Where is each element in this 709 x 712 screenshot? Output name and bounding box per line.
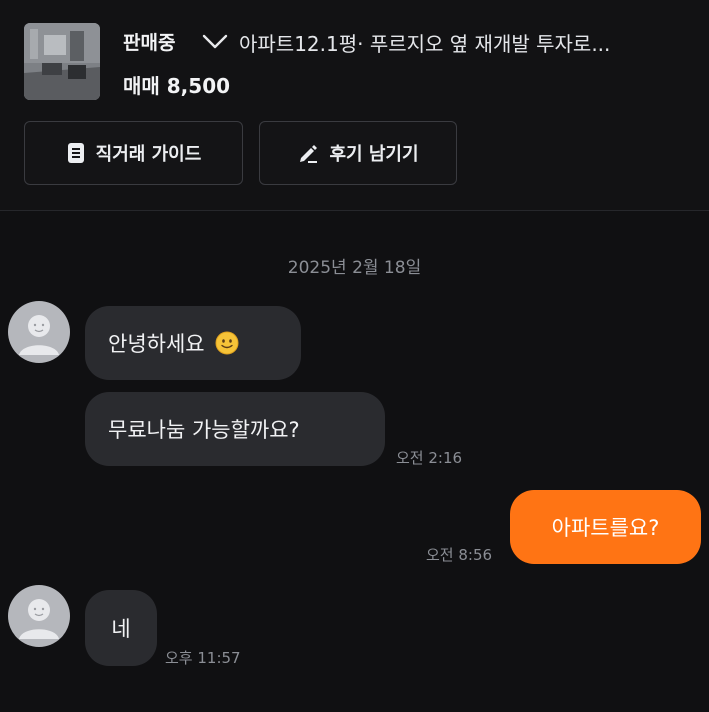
user-avatar-icon[interactable] [8, 301, 70, 363]
smiling-face-emoji-icon [215, 331, 239, 355]
message-timestamp: 오전 8:56 [426, 546, 493, 564]
date-divider: 2025년 2월 18일 [287, 258, 422, 278]
message-text: 안녕하세요 [108, 332, 205, 356]
listing-thumbnail[interactable] [24, 23, 100, 100]
message-text: 무료나눔 가능할까요? [108, 418, 300, 442]
message-bubble-sent[interactable]: 아파트를요? [510, 490, 701, 564]
room-photo-icon [24, 23, 100, 100]
message-bubble-received[interactable]: 무료나눔 가능할까요? [85, 392, 385, 466]
message-bubble-received[interactable]: 안녕하세요 [85, 306, 301, 380]
message-timestamp: 오전 2:16 [396, 449, 463, 467]
write-review-button[interactable]: 후기 남기기 [259, 121, 457, 185]
message-text: 아파트를요? [551, 516, 660, 540]
message-text: 네 [111, 617, 131, 641]
trade-guide-button[interactable]: 직거래 가이드 [24, 121, 243, 185]
pencil-icon [300, 145, 318, 163]
listing-title[interactable]: 아파트12.1평· 푸르지오 옆 재개발 투자로... [239, 28, 691, 57]
listing-header: 판매중 아파트12.1평· 푸르지오 옆 재개발 투자로... 매매 8,500… [0, 0, 709, 211]
write-review-label: 후기 남기기 [329, 144, 419, 165]
chevron-down-icon[interactable] [200, 30, 230, 52]
listing-status[interactable]: 판매중 [123, 28, 175, 55]
document-icon [67, 143, 84, 163]
listing-price: 매매 8,500 [123, 74, 231, 98]
trade-guide-label: 직거래 가이드 [95, 144, 202, 165]
message-bubble-received[interactable]: 네 [85, 590, 157, 666]
user-avatar-icon[interactable] [8, 585, 70, 647]
message-timestamp: 오후 11:57 [165, 649, 241, 667]
